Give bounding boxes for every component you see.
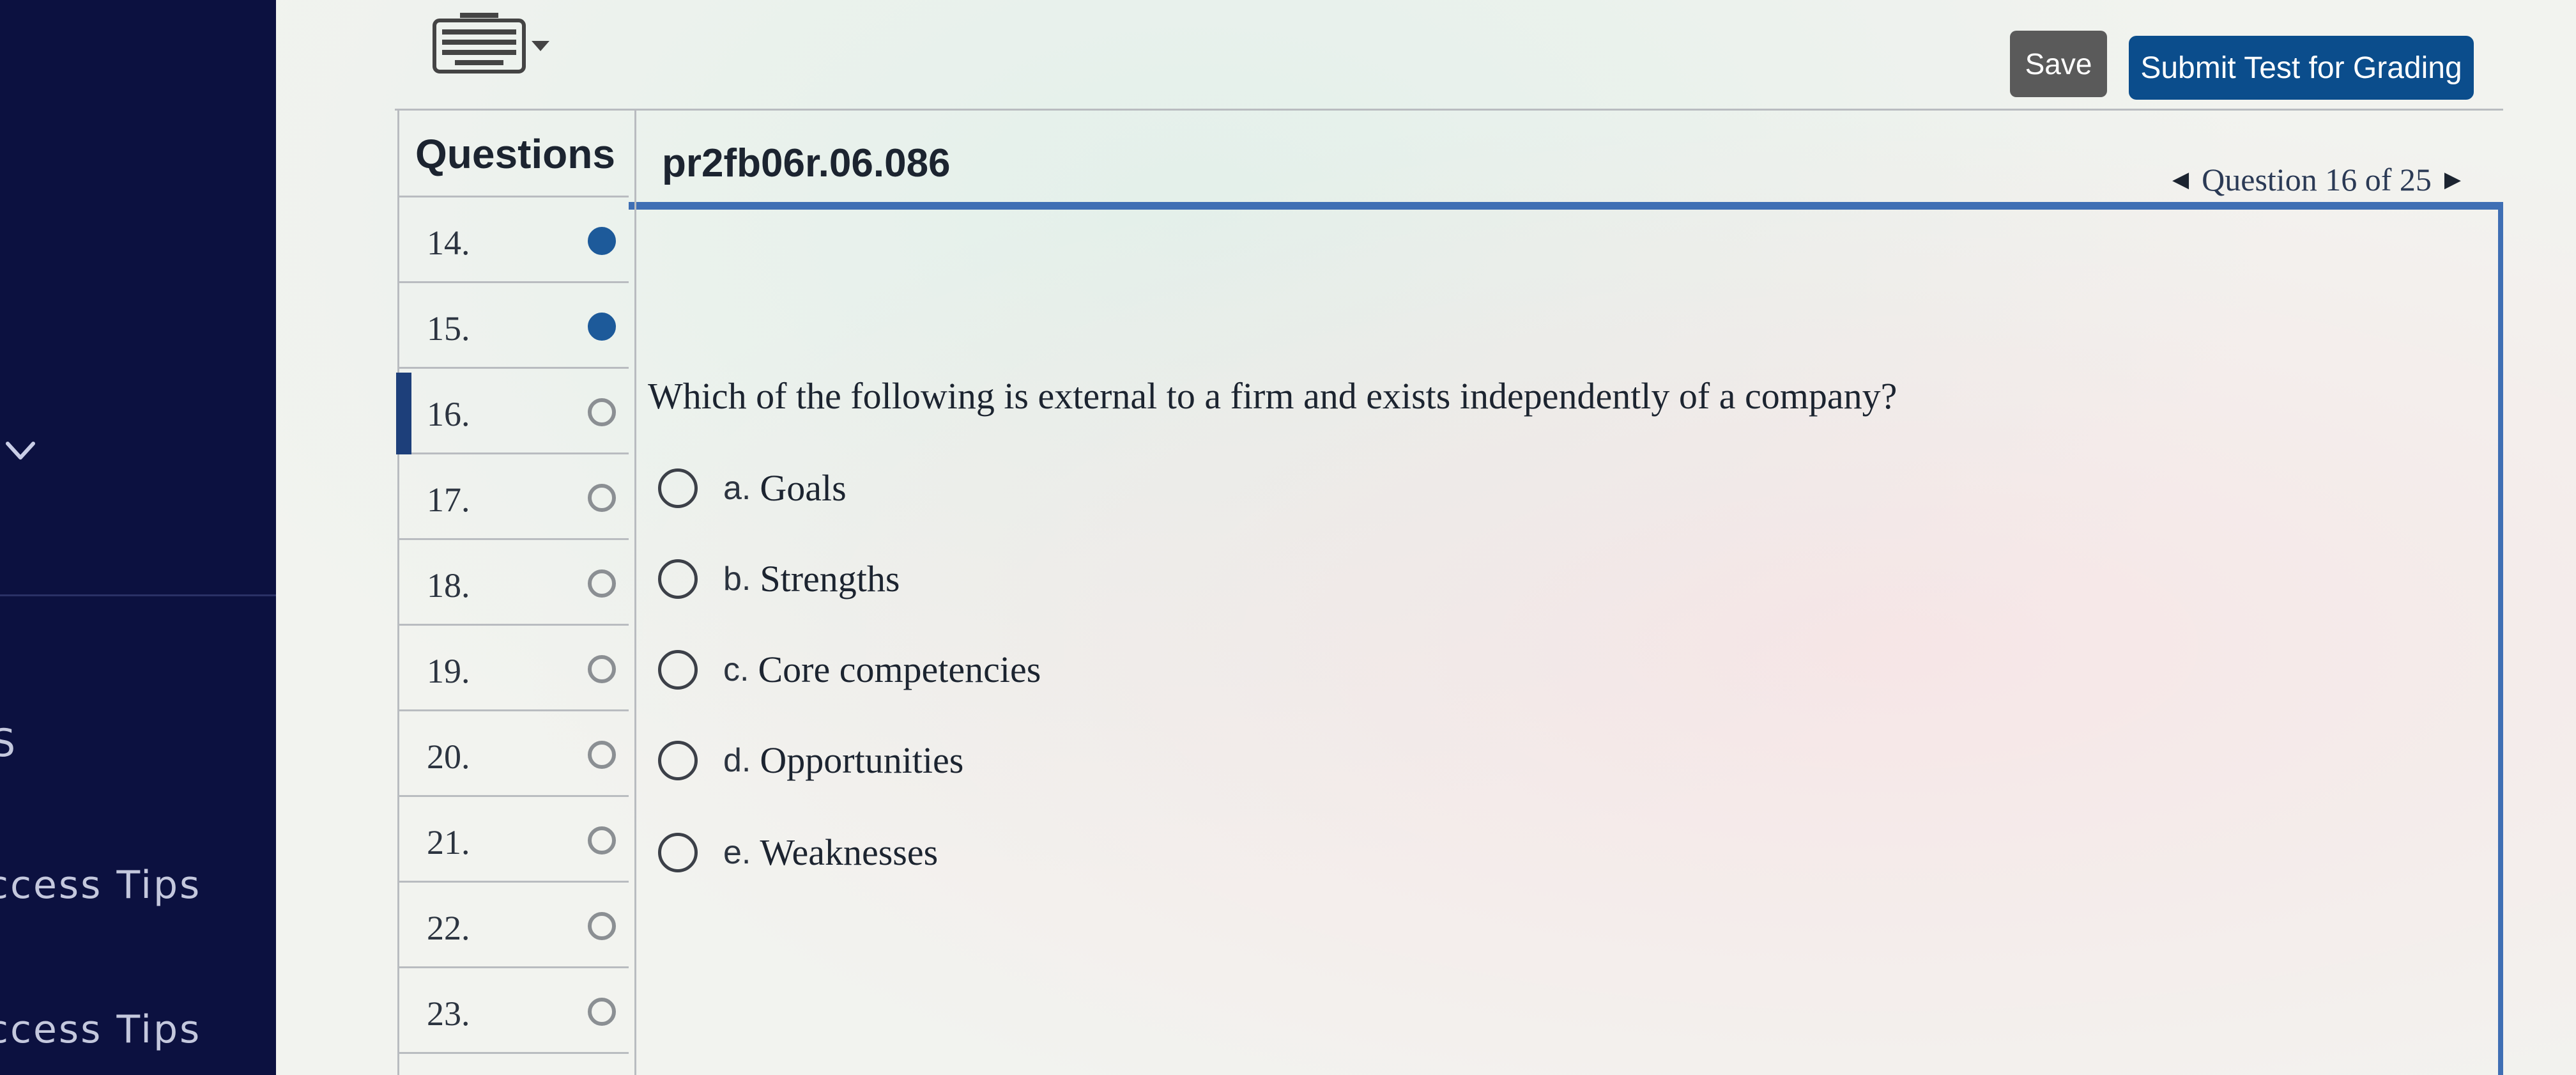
- question-list-item-17[interactable]: 17.: [397, 454, 629, 540]
- question-number: 22.: [427, 909, 470, 947]
- next-question-icon[interactable]: ▶: [2444, 167, 2461, 192]
- question-number: 16.: [427, 395, 470, 433]
- question-list-item-14[interactable]: 14.: [397, 197, 629, 283]
- answer-option-b[interactable]: b. Strengths: [658, 557, 900, 600]
- question-number: 21.: [427, 823, 470, 862]
- chevron-down-icon[interactable]: [3, 433, 38, 469]
- question-position-label: Question 16 of 25: [2202, 162, 2432, 197]
- answer-option-c[interactable]: c. Core competencies: [658, 648, 1041, 691]
- question-list-item-16[interactable]: 16.: [396, 369, 629, 454]
- question-number: 20.: [427, 738, 470, 776]
- radio-button[interactable]: [658, 740, 698, 780]
- sidebar-item-success-tips-2[interactable]: ccess Tips: [0, 1007, 201, 1052]
- option-letter: a.: [723, 469, 751, 507]
- question-list-item-21[interactable]: 21.: [397, 797, 629, 883]
- option-text: Weaknesses: [760, 831, 939, 873]
- question-panel: [629, 208, 2503, 1075]
- sidebar-partial-label[interactable]: S: [0, 721, 17, 766]
- question-text: Which of the following is external to a …: [648, 375, 1897, 417]
- save-button[interactable]: Save: [2010, 31, 2107, 97]
- answered-dot-icon: [588, 227, 616, 255]
- unanswered-dot-icon: [588, 826, 616, 855]
- unanswered-dot-icon: [588, 741, 616, 769]
- app-root: S ccess Tips ccess Tips Save Submit Test…: [0, 0, 2576, 1075]
- radio-button[interactable]: [658, 468, 698, 508]
- question-list-item-18[interactable]: 18.: [397, 540, 629, 626]
- caret-down-icon: [532, 41, 549, 51]
- answered-dot-icon: [588, 313, 616, 341]
- unanswered-dot-icon: [588, 655, 616, 683]
- unanswered-dot-icon: [588, 484, 616, 512]
- question-list-item-23[interactable]: 23.: [397, 968, 629, 1054]
- answer-option-d[interactable]: d. Opportunities: [658, 739, 963, 782]
- submit-test-button[interactable]: Submit Test for Grading: [2129, 36, 2474, 100]
- question-number: 19.: [427, 652, 470, 690]
- question-number: 14.: [427, 224, 470, 262]
- prev-question-icon[interactable]: ◀: [2172, 167, 2189, 192]
- radio-button[interactable]: [658, 559, 698, 599]
- answer-option-a[interactable]: a. Goals: [658, 467, 847, 509]
- option-text: Core competencies: [758, 649, 1041, 690]
- option-letter: e.: [723, 833, 751, 871]
- question-list-item-19[interactable]: 19.: [397, 626, 629, 711]
- unanswered-dot-icon: [588, 398, 616, 426]
- current-question-indicator: [396, 373, 411, 454]
- option-text: Strengths: [760, 558, 900, 599]
- unanswered-dot-icon: [588, 569, 616, 598]
- radio-button[interactable]: [658, 832, 698, 872]
- question-number: 18.: [427, 566, 470, 605]
- question-number: 23.: [427, 994, 470, 1033]
- radio-button[interactable]: [658, 649, 698, 690]
- question-list-item-22[interactable]: 22.: [397, 883, 629, 968]
- option-letter: c.: [723, 651, 749, 688]
- left-sidebar: S ccess Tips ccess Tips: [0, 0, 276, 1075]
- unanswered-dot-icon: [588, 998, 616, 1026]
- option-letter: b.: [723, 560, 751, 598]
- answer-option-e[interactable]: e. Weaknesses: [658, 831, 938, 874]
- question-list-item-15[interactable]: 15.: [397, 283, 629, 369]
- question-number: 17.: [427, 481, 470, 519]
- unanswered-dot-icon: [588, 912, 616, 940]
- question-list-item-20[interactable]: 20.: [397, 711, 629, 797]
- keyboard-icon[interactable]: [432, 12, 553, 75]
- question-number: 15.: [427, 309, 470, 348]
- option-text: Opportunities: [760, 739, 964, 781]
- question-navigator: ◀ Question 16 of 25 ▶: [2172, 161, 2461, 198]
- question-id: pr2fb06r.06.086: [662, 141, 951, 185]
- sidebar-divider: [0, 594, 276, 596]
- sidebar-item-success-tips[interactable]: ccess Tips: [0, 863, 201, 908]
- option-letter: d.: [723, 741, 751, 779]
- header-divider: [395, 109, 2503, 111]
- option-text: Goals: [760, 467, 847, 509]
